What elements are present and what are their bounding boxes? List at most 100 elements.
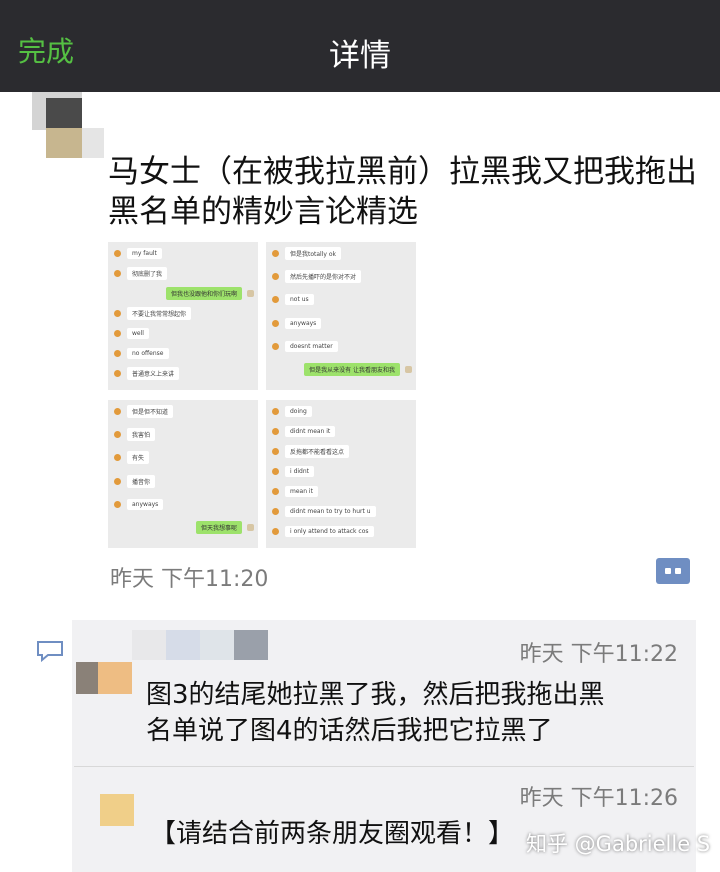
chat-avatar: [272, 319, 279, 327]
chat-bubble: 但是我从来没有 让我看朋友和我: [304, 363, 400, 377]
chat-message: 普通意义上来讲: [114, 366, 180, 380]
comment-text: 【请结合前两条朋友圈观看！】: [150, 819, 515, 849]
chat-bubble: 但是我totally ok: [285, 246, 341, 260]
chat-message: 但天我想事呢: [195, 521, 254, 535]
comment-bubble-icon: [37, 641, 63, 662]
page-title: 详情: [329, 38, 391, 74]
chat-screenshot-3[interactable]: 但是但不知道 我害怕有失播音你 anyways 但天我想事呢: [108, 400, 258, 548]
screenshot-grid: my fault 彻底删了我但我也没跟他和你们玩啊不要让我常常想起你 well no …: [108, 242, 418, 550]
commenter-avatar[interactable]: [100, 794, 134, 826]
post-timestamp: 昨天 下午11:20: [110, 567, 269, 592]
chat-message: 彻底删了我: [114, 266, 168, 280]
chat-bubble: 彻底删了我: [127, 266, 168, 280]
chat-bubble: didnt mean to try to hurt u: [285, 505, 376, 517]
chat-bubble: mean it: [285, 485, 318, 497]
chat-avatar: [272, 467, 279, 475]
chat-avatar: [405, 366, 412, 374]
chat-bubble: 我害怕: [127, 427, 156, 441]
chat-message: i only attend to attack cos: [272, 524, 374, 538]
post-text: 马女士（在被我拉黑前）拉黑我又把我拖出黑名单的精妙言论精选: [108, 154, 697, 230]
chat-avatar: [272, 447, 279, 455]
chat-avatar: [272, 342, 279, 350]
chat-avatar: [272, 249, 279, 257]
comment-text-line: 名单说了图4的话然后我把它拉黑了: [146, 716, 553, 746]
chat-message: 但是但不知道: [114, 404, 174, 418]
chat-message: not us: [272, 293, 314, 307]
chat-avatar: [114, 329, 121, 337]
chat-bubble: 播音你: [127, 474, 156, 488]
chat-bubble: well: [127, 327, 149, 339]
watermark: 知乎 @Gabrielle S: [526, 832, 711, 856]
chat-avatar: [114, 369, 121, 377]
chat-avatar: [114, 309, 121, 317]
chat-message: my fault: [114, 246, 162, 260]
chat-bubble: i didnt: [285, 465, 315, 477]
chat-avatar: [114, 477, 121, 485]
commenter-name[interactable]: [132, 628, 268, 662]
chat-bubble: my fault: [127, 247, 162, 259]
chat-bubble: no offense: [127, 347, 169, 359]
chat-message: 不要让我常常想起你: [114, 306, 192, 320]
chat-message: doing: [272, 404, 312, 418]
chat-avatar: [114, 249, 121, 257]
chat-avatar: [114, 430, 121, 438]
chat-screenshot-4[interactable]: doing didnt mean it 反拖都不能看看这点 i didnt mean i…: [266, 400, 416, 548]
chat-avatar: [272, 507, 279, 515]
chat-bubble: didnt mean it: [285, 425, 336, 437]
chat-bubble: i only attend to attack cos: [285, 525, 374, 537]
chat-bubble: doesnt matter: [285, 340, 338, 352]
chat-bubble: anyways: [127, 498, 164, 510]
chat-avatar: [247, 524, 254, 532]
chat-bubble: 但我也没跟他和你们玩啊: [165, 286, 242, 300]
chat-bubble: 有失: [127, 451, 150, 465]
chat-avatar: [272, 527, 279, 535]
chat-message: 但是我totally ok: [272, 246, 341, 260]
comment-text: 图3的结尾她拉黑了我，然后把我拖出黑 名单说了图4的话然后我把它拉黑了: [146, 677, 605, 749]
chat-avatar: [272, 407, 279, 415]
chat-message: i didnt: [272, 464, 315, 478]
chat-avatar: [114, 407, 121, 415]
chat-bubble: 但天我想事呢: [195, 521, 242, 535]
chat-message: 反拖都不能看看这点: [272, 444, 350, 458]
chat-message: 但是我从来没有 让我看朋友和我: [304, 363, 412, 377]
chat-avatar: [114, 349, 121, 357]
chat-bubble: 反拖都不能看看这点: [285, 444, 350, 458]
chat-avatar: [272, 427, 279, 435]
chat-bubble: doing: [285, 405, 312, 417]
chat-message: well: [114, 326, 149, 340]
author-avatar[interactable]: [14, 92, 104, 162]
chat-avatar: [272, 272, 279, 280]
chat-message: no offense: [114, 346, 169, 360]
commenter-avatar[interactable]: [76, 662, 134, 696]
chat-bubble: 不要让我常常想起你: [127, 306, 192, 320]
chat-avatar: [272, 296, 279, 304]
comment-timestamp: 昨天 下午11:26: [519, 786, 678, 811]
chat-avatar: [247, 289, 254, 297]
comment-text-line: 图3的结尾她拉黑了我，然后把我拖出黑: [146, 680, 605, 710]
chat-message: anyways: [272, 316, 322, 330]
comment-icon[interactable]: [656, 558, 690, 584]
chat-bubble: 然后先播吓的是你对不对: [285, 269, 362, 283]
chat-bubble: 普通意义上来讲: [127, 366, 180, 380]
chat-screenshot-1[interactable]: my fault 彻底删了我但我也没跟他和你们玩啊不要让我常常想起你 well no …: [108, 242, 258, 390]
chat-avatar: [114, 269, 121, 277]
chat-avatar: [114, 454, 121, 462]
chat-screenshot-2[interactable]: 但是我totally ok 然后先播吓的是你对不对 not us anyways doe…: [266, 242, 416, 390]
chat-message: 我害怕: [114, 427, 156, 441]
chat-message: didnt mean it: [272, 424, 336, 438]
chat-message: mean it: [272, 484, 318, 498]
chat-message: 有失: [114, 451, 150, 465]
chat-message: didnt mean to try to hurt u: [272, 504, 376, 518]
chat-message: doesnt matter: [272, 339, 338, 353]
chat-avatar: [114, 500, 121, 508]
chat-bubble: 但是但不知道: [127, 404, 174, 418]
chat-message: anyways: [114, 497, 164, 511]
chat-bubble: not us: [285, 294, 314, 306]
nav-bar: 完成 详情: [0, 0, 720, 92]
comment-divider: [74, 766, 694, 767]
chat-message: 播音你: [114, 474, 156, 488]
chat-message: 但我也没跟他和你们玩啊: [165, 286, 254, 300]
comment-timestamp: 昨天 下午11:22: [519, 642, 678, 667]
chat-bubble: anyways: [285, 317, 322, 329]
chat-message: 然后先播吓的是你对不对: [272, 269, 362, 283]
